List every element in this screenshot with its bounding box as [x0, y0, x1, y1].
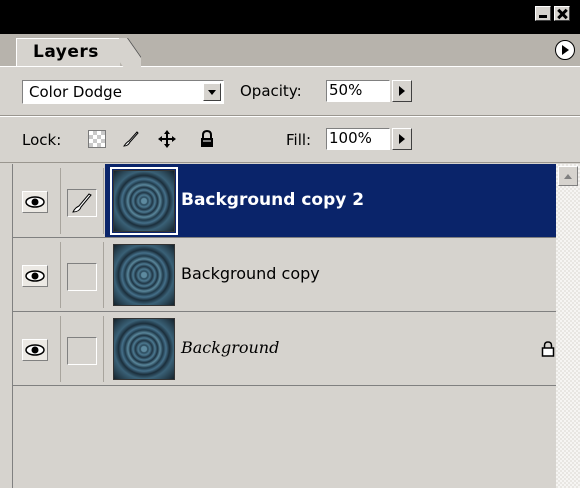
- layer-name-cell[interactable]: Background copy: [105, 238, 556, 311]
- tab-edge: [119, 38, 141, 67]
- visibility-cell: [16, 168, 61, 234]
- lock-label: Lock:: [22, 131, 62, 149]
- tab-layers-label: Layers: [33, 42, 99, 62]
- layer-row[interactable]: Background: [13, 312, 556, 386]
- eye-icon[interactable]: [22, 191, 48, 213]
- tab-strip: Layers: [0, 34, 580, 67]
- brush-icon[interactable]: [67, 189, 97, 217]
- brush-icon[interactable]: [122, 130, 140, 148]
- link-cell: [61, 242, 104, 308]
- eye-icon[interactable]: [22, 339, 48, 361]
- transparency-lock-icon[interactable]: [88, 130, 106, 148]
- layer-thumbnail: [110, 167, 178, 235]
- link-box[interactable]: [67, 337, 97, 365]
- link-cell: [61, 316, 104, 382]
- visibility-cell: [16, 242, 61, 308]
- link-box[interactable]: [67, 263, 97, 291]
- visibility-cell: [16, 316, 61, 382]
- opacity-slider-button[interactable]: [392, 80, 412, 102]
- divider: [0, 116, 580, 117]
- minimize-icon[interactable]: [535, 6, 551, 21]
- close-icon[interactable]: [554, 6, 570, 21]
- opacity-label: Opacity:: [240, 82, 302, 100]
- layer-name: Background copy: [181, 264, 320, 283]
- chevron-down-icon[interactable]: [203, 83, 221, 101]
- lock-icon[interactable]: [198, 130, 216, 148]
- palette-title-bar: [0, 0, 580, 34]
- layer-name-cell[interactable]: Background copy 2: [105, 164, 556, 237]
- move-icon[interactable]: [158, 130, 176, 148]
- layer-thumbnail: [113, 244, 175, 306]
- layer-name: Background copy 2: [181, 190, 365, 210]
- eye-icon[interactable]: [22, 265, 48, 287]
- layer-name-cell[interactable]: Background: [105, 312, 556, 385]
- scroll-up-icon[interactable]: [558, 166, 578, 186]
- layer-name: Background: [181, 338, 280, 357]
- blend-mode-value: Color Dodge: [29, 83, 122, 101]
- fill-label: Fill:: [286, 131, 312, 149]
- vertical-scrollbar[interactable]: [556, 164, 580, 488]
- link-cell: [61, 168, 104, 234]
- opacity-input[interactable]: 50%: [326, 80, 390, 102]
- layers-list: Background copy 2 Background copy Backgr: [12, 164, 556, 488]
- layer-thumbnail: [113, 318, 175, 380]
- layer-row[interactable]: Background copy 2: [13, 164, 556, 238]
- lock-icon: [541, 341, 555, 357]
- fill-input[interactable]: 100%: [326, 128, 390, 150]
- tab-layers[interactable]: Layers: [16, 38, 120, 66]
- divider: [0, 162, 580, 163]
- fill-slider-button[interactable]: [392, 128, 412, 150]
- panel-menu-icon[interactable]: [555, 40, 575, 60]
- layer-row[interactable]: Background copy: [13, 238, 556, 312]
- blend-mode-select[interactable]: Color Dodge: [22, 80, 224, 104]
